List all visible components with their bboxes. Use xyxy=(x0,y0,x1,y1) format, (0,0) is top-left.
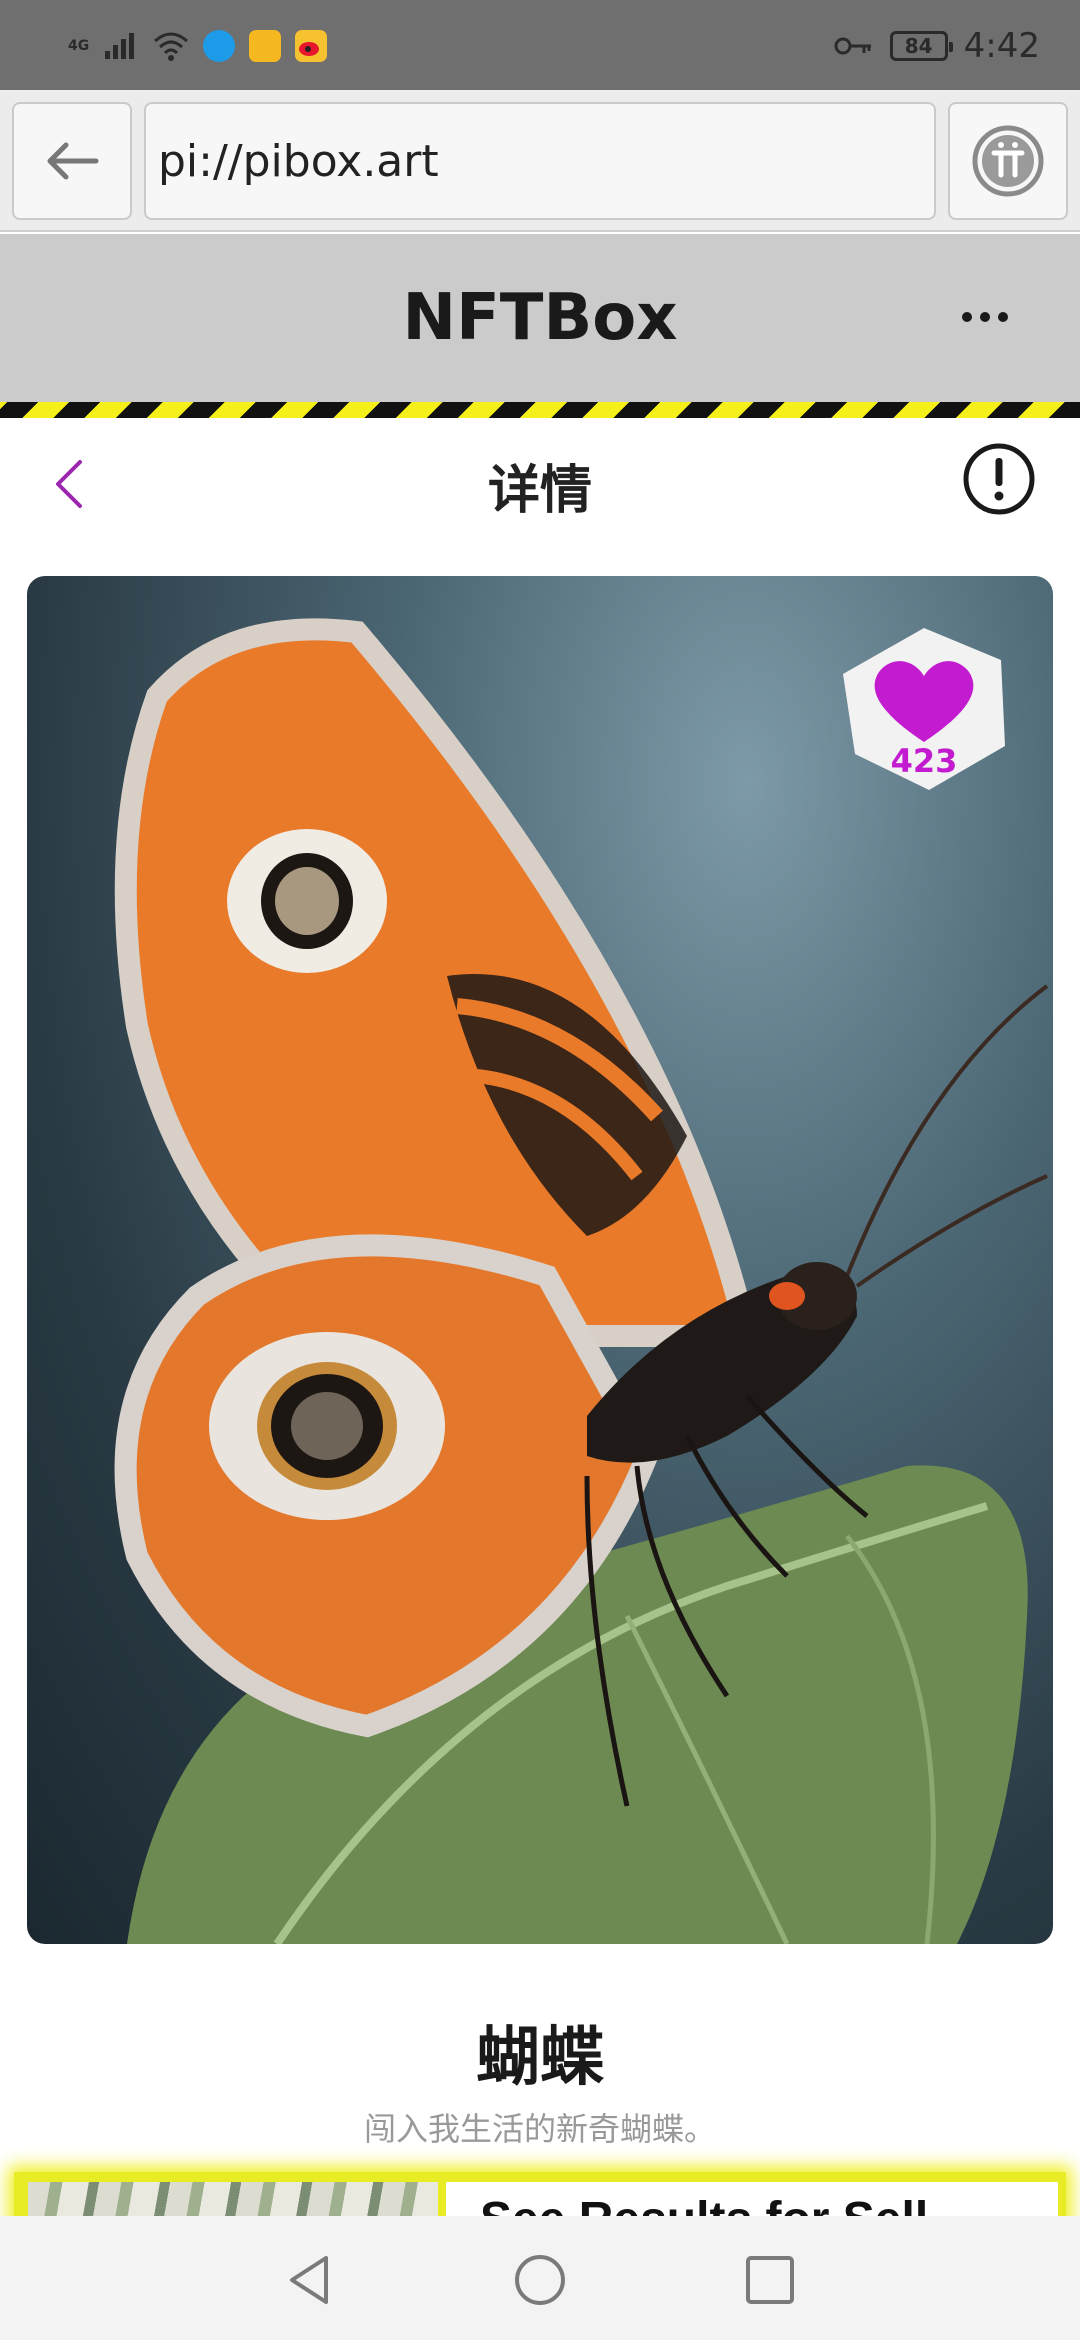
app-icon-blue xyxy=(203,30,236,62)
more-dot xyxy=(962,312,972,322)
app-header: NFTBox xyxy=(0,234,1080,402)
more-dot xyxy=(998,312,1008,322)
system-nav-bar xyxy=(0,2216,1080,2340)
nft-name: 蝴蝶 xyxy=(476,2021,604,2095)
info-icon[interactable] xyxy=(962,442,1036,516)
browser-back-button[interactable] xyxy=(12,102,132,220)
more-options-button[interactable] xyxy=(950,292,1020,342)
page-title: 详情 xyxy=(487,460,592,521)
key-icon xyxy=(834,37,871,55)
signal-icon xyxy=(105,33,135,59)
nft-description: 闯入我生活的新奇蝴蝶。 xyxy=(363,2110,716,2148)
hazard-stripe-divider xyxy=(0,402,1080,418)
app-title: NFTBox xyxy=(402,281,678,355)
like-count: 423 xyxy=(890,742,958,780)
browser-bar: pi://pibox.art xyxy=(0,90,1080,232)
weibo-icon xyxy=(295,30,328,62)
clock: 4:42 xyxy=(963,26,1040,66)
battery-icon: 84 xyxy=(889,31,953,61)
pi-browser-button[interactable] xyxy=(948,102,1068,220)
nav-home-icon[interactable] xyxy=(512,2252,568,2308)
more-dot xyxy=(980,312,990,322)
status-right: 84 4:42 xyxy=(834,24,1040,68)
network-type: 4G xyxy=(68,38,90,54)
battery-level: 84 xyxy=(904,34,933,58)
page-nav: 详情 xyxy=(0,418,1080,552)
arrow-left-icon xyxy=(47,142,99,180)
nav-back-icon[interactable] xyxy=(282,2252,338,2308)
url-field[interactable]: pi://pibox.art xyxy=(144,102,936,220)
pi-logo-icon xyxy=(972,125,1044,197)
url-text: pi://pibox.art xyxy=(158,135,439,187)
page-back-button[interactable] xyxy=(40,454,100,514)
app-icon-yellow xyxy=(249,30,282,62)
status-left: 4G xyxy=(68,24,328,68)
status-bar: 4G 84 4:42 xyxy=(0,0,1080,90)
nav-recents-icon[interactable] xyxy=(742,2252,798,2308)
chevron-left-icon xyxy=(56,460,82,508)
wifi-icon xyxy=(154,32,189,61)
